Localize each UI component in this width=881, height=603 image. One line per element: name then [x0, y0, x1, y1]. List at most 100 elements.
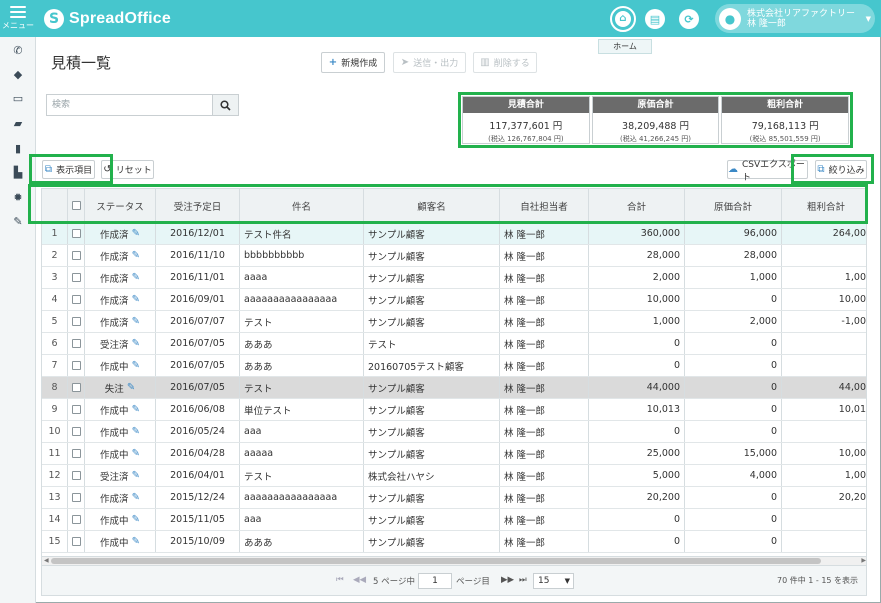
checkbox[interactable]	[71, 537, 81, 546]
row-select[interactable]	[68, 333, 85, 354]
edit-icon[interactable]: ✎	[132, 272, 140, 283]
checkbox[interactable]	[71, 273, 81, 282]
checkbox[interactable]	[71, 317, 81, 326]
subject-cell[interactable]: aaa	[240, 421, 364, 442]
checkbox[interactable]	[71, 339, 81, 348]
checkbox[interactable]	[71, 471, 81, 480]
edit-icon[interactable]: ✎	[132, 316, 140, 327]
table-row[interactable]: 2 作成済 ✎ 2016/11/10 bbbbbbbbbb サンプル顧客林 隆一郎 28,0…	[42, 245, 866, 267]
home-button[interactable]: ⌂	[610, 6, 636, 32]
table-row[interactable]: 14 作成中 ✎ 2015/11/05 aaa サンプル顧客林 隆一郎 0 0	[42, 509, 866, 531]
delete-button[interactable]: ▥ 削除する	[473, 52, 537, 73]
row-select[interactable]	[68, 509, 85, 530]
send-output-button[interactable]: ➤ 送信・出力	[393, 52, 466, 73]
card-icon[interactable]: ▭	[10, 91, 26, 105]
edit-icon[interactable]: ✎	[132, 514, 140, 525]
next-page-icon[interactable]: ▶▶	[501, 575, 514, 585]
checkbox[interactable]	[71, 251, 81, 260]
edit-icon[interactable]: ✎	[132, 404, 140, 415]
chart-icon[interactable]: ▮	[10, 141, 26, 155]
edit-icon[interactable]: ✎	[132, 448, 140, 459]
edit-icon[interactable]: ✎	[132, 492, 140, 503]
scroll-left-icon[interactable]: ◀	[44, 557, 49, 564]
document-icon[interactable]: ▙	[10, 165, 26, 179]
subject-cell[interactable]: aaaaaaaaaaaaaaaa	[240, 289, 364, 310]
table-row[interactable]: 13 作成済 ✎ 2015/12/24 aaaaaaaaaaaaaaaa サンプル顧客林 …	[42, 487, 866, 509]
new-button[interactable]: + 新規作成	[321, 52, 385, 73]
prev-page-icon[interactable]: ◀◀	[353, 575, 366, 585]
row-select[interactable]	[68, 377, 85, 398]
subject-cell[interactable]: テスト	[240, 377, 364, 398]
edit-icon[interactable]: ✎	[132, 250, 140, 261]
subject-cell[interactable]: aaaaa	[240, 443, 364, 464]
checkbox[interactable]	[71, 405, 81, 414]
edit-icon[interactable]: ✎	[127, 382, 135, 393]
scroll-right-icon[interactable]: ▶	[861, 557, 866, 564]
first-page-icon[interactable]: ⏮	[336, 575, 344, 585]
subject-cell[interactable]: あああ	[240, 355, 364, 376]
table-row[interactable]: 15 作成中 ✎ 2015/10/09 あああ サンプル顧客林 隆一郎 0 0	[42, 531, 866, 553]
subject-cell[interactable]: bbbbbbbbbb	[240, 245, 364, 266]
subject-cell[interactable]: あああ	[240, 531, 364, 552]
row-select[interactable]	[68, 531, 85, 552]
edit-icon[interactable]: ✎	[132, 294, 140, 305]
table-row[interactable]: 3 作成済 ✎ 2016/11/01 aaaa サンプル顧客林 隆一郎 2,000 1,000…	[42, 267, 866, 289]
user-menu[interactable]: ● 株式会社リアファクトリー 林 隆一郎 ▼	[715, 4, 875, 33]
scrollbar-thumb[interactable]	[51, 558, 821, 564]
checkbox[interactable]	[71, 449, 81, 458]
tag-icon[interactable]: ◆	[10, 67, 26, 81]
app-logo[interactable]: S SpreadOffice	[44, 8, 171, 30]
row-select[interactable]	[68, 267, 85, 288]
row-select[interactable]	[68, 487, 85, 508]
table-row[interactable]: 9 作成中 ✎ 2016/06/08 単位テスト サンプル顧客林 隆一郎 10,013 0 10…	[42, 399, 866, 421]
table-row[interactable]: 12 受注済 ✎ 2016/04/01 テスト 株式会社ハヤシ林 隆一郎 5,000 4,00…	[42, 465, 866, 487]
row-select[interactable]	[68, 355, 85, 376]
folder-icon[interactable]: ▰	[10, 116, 26, 130]
table-row[interactable]: 11 作成中 ✎ 2016/04/28 aaaaa サンプル顧客林 隆一郎 25,000 15…	[42, 443, 866, 465]
row-select[interactable]	[68, 223, 85, 244]
search-button[interactable]	[212, 95, 238, 115]
checkbox[interactable]	[71, 295, 81, 304]
table-row[interactable]: 4 作成済 ✎ 2016/09/01 aaaaaaaaaaaaaaaa サンプル顧客林 隆…	[42, 289, 866, 311]
subject-cell[interactable]: aaaaaaaaaaaaaaaa	[240, 487, 364, 508]
page-number-input[interactable]: 1	[418, 573, 452, 589]
search-input[interactable]	[47, 95, 212, 115]
table-row[interactable]: 1 作成済 ✎ 2016/12/01 テスト件名 サンプル顧客林 隆一郎 360,000 96…	[42, 223, 866, 245]
row-select[interactable]	[68, 421, 85, 442]
row-select[interactable]	[68, 289, 85, 310]
row-select[interactable]	[68, 465, 85, 486]
row-select[interactable]	[68, 399, 85, 420]
edit-icon[interactable]: ✎	[132, 360, 140, 371]
subject-cell[interactable]: テスト	[240, 311, 364, 332]
checkbox[interactable]	[71, 493, 81, 502]
row-select[interactable]	[68, 443, 85, 464]
checkbox[interactable]	[71, 515, 81, 524]
checkbox[interactable]	[71, 383, 81, 392]
subject-cell[interactable]: aaa	[240, 509, 364, 530]
edit-icon[interactable]: ✎	[132, 228, 140, 239]
edit-icon[interactable]: ✎	[132, 470, 140, 481]
document-button[interactable]: ▤	[645, 9, 665, 29]
checkbox[interactable]	[71, 361, 81, 370]
subject-cell[interactable]: テスト件名	[240, 223, 364, 244]
table-row[interactable]: 7 作成中 ✎ 2016/07/05 あああ 20160705テスト顧客林 隆一郎 0 0	[42, 355, 866, 377]
checkbox[interactable]	[71, 427, 81, 436]
horizontal-scrollbar[interactable]: ◀ ▶	[42, 556, 866, 565]
row-select[interactable]	[68, 311, 85, 332]
table-row[interactable]: 10 作成中 ✎ 2016/05/24 aaa サンプル顧客林 隆一郎 0 0	[42, 421, 866, 443]
phone-icon[interactable]: ✆	[10, 43, 26, 57]
menu-button[interactable]: メニュー	[0, 0, 36, 37]
edit-icon[interactable]: ✎	[132, 426, 140, 437]
gear-icon[interactable]: ✹	[10, 190, 26, 204]
row-select[interactable]	[68, 245, 85, 266]
subject-cell[interactable]: aaaa	[240, 267, 364, 288]
edit-icon[interactable]: ✎	[132, 338, 140, 349]
last-page-icon[interactable]: ⏭	[519, 575, 527, 585]
checkbox[interactable]	[71, 229, 81, 238]
table-row[interactable]: 8 失注 ✎ 2016/07/05 テスト サンプル顧客林 隆一郎 44,000 0 44,00	[42, 377, 866, 399]
subject-cell[interactable]: テスト	[240, 465, 364, 486]
subject-cell[interactable]: 単位テスト	[240, 399, 364, 420]
edit-icon[interactable]: ✎	[132, 536, 140, 547]
subject-cell[interactable]: あああ	[240, 333, 364, 354]
per-page-select[interactable]: 15 ▼	[533, 573, 574, 589]
